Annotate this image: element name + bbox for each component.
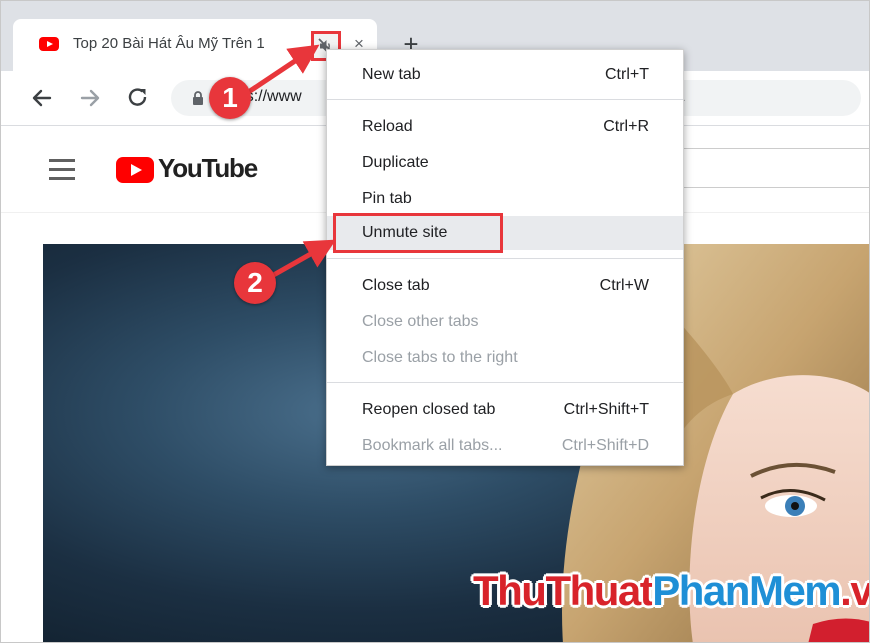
arrow-to-mute-icon — [239, 44, 320, 100]
step-1-badge: 1 — [209, 77, 251, 119]
step-2-badge: 2 — [234, 262, 276, 304]
annotation-arrows — [239, 44, 337, 284]
screenshot-frame: Top 20 Bài Hát Âu Mỹ Trên 1 × + https://… — [0, 0, 870, 643]
